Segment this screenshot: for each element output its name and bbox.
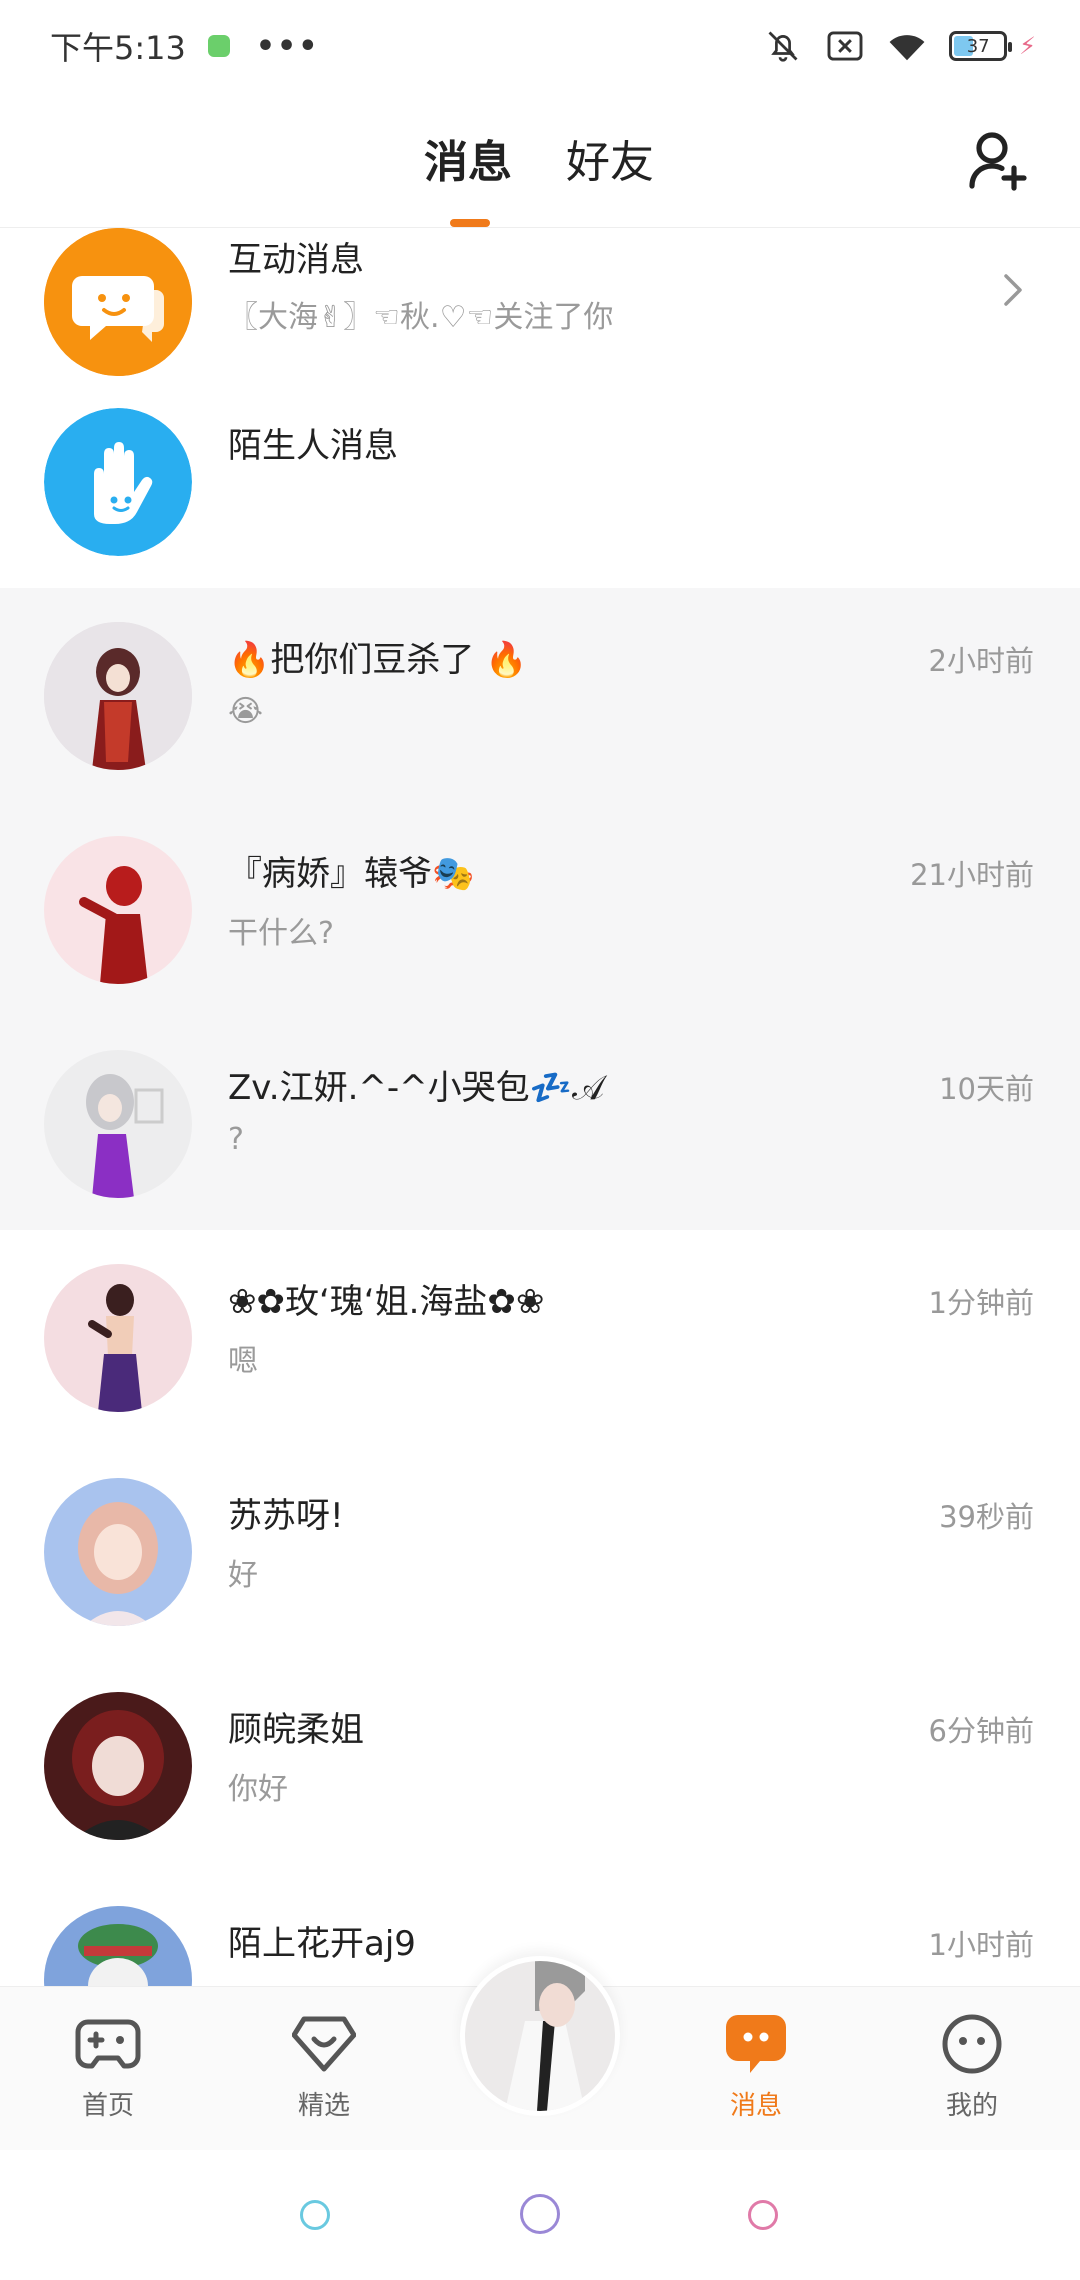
conversation-name: Zv.江妍.^-^小哭包💤𝒜	[228, 1068, 605, 1108]
conversation-row[interactable]: 『病娇』辕爷🎭 干什么? 21小时前	[0, 802, 1080, 1016]
battery-icon: 37	[949, 31, 1013, 61]
app-notification-icon	[207, 35, 230, 57]
avatar	[44, 1692, 192, 1840]
conversation-time: 1分钟前	[928, 1286, 1034, 1320]
avatar	[44, 1478, 192, 1626]
nav-home[interactable]: 首页	[38, 2013, 178, 2122]
nav-messages[interactable]: 消息	[686, 2013, 826, 2122]
conversation-preview: 干什么?	[228, 916, 334, 951]
header: 消息 好友	[0, 92, 1080, 228]
conversation-row[interactable]: ❀✿玫‘瑰‘姐.海盐✿❀ 嗯 1分钟前	[0, 1230, 1080, 1444]
system-home-button[interactable]	[520, 2194, 560, 2234]
conversation-name: ❀✿玫‘瑰‘姐.海盐✿❀	[228, 1282, 545, 1322]
system-recents-button[interactable]	[748, 2200, 778, 2230]
conversation-name: 顾皖柔姐	[228, 1710, 364, 1750]
conversation-time: 1小时前	[928, 1928, 1034, 1962]
conversation-row[interactable]: 🔥把你们豆杀了 🔥 😭 2小时前	[0, 588, 1080, 802]
status-bar: 下午5:13 ••• 37 ⚡	[0, 0, 1080, 92]
conversation-preview: 你好	[228, 1772, 288, 1807]
battery-level: 37	[966, 35, 990, 57]
avatar	[44, 1264, 192, 1412]
nav-messages-label: 消息	[729, 2091, 782, 2121]
conversation-name: 『病娇』辕爷🎭	[228, 854, 475, 894]
conversation-list[interactable]: 互动消息 〖大海✌〗☜秋.♡☜关注了你 陌生人消息 🔥把你们豆杀了 🔥 😭 2小…	[0, 228, 1080, 1986]
gamepad-icon	[73, 2013, 143, 2075]
status-time: 下午5:13	[50, 29, 186, 67]
tab-friends[interactable]: 好友	[566, 126, 654, 190]
chevron-right-icon	[1004, 274, 1022, 306]
conversation-time: 2小时前	[928, 644, 1034, 678]
conversation-row[interactable]: Zv.江妍.^-^小哭包💤𝒜 ? 10天前	[0, 1016, 1080, 1230]
nav-featured[interactable]: 精选	[254, 2013, 394, 2122]
nav-home-label: 首页	[81, 2091, 134, 2121]
conversation-time: 10天前	[939, 1072, 1034, 1106]
conversation-time: 39秒前	[939, 1500, 1034, 1534]
conversation-preview: 嗯	[228, 1344, 258, 1379]
stranger-avatar-icon	[44, 408, 192, 556]
more-notifications-icon: •••	[255, 28, 320, 64]
conversation-name: 苏苏呀!	[228, 1496, 344, 1536]
nav-mine-label: 我的	[945, 2091, 998, 2121]
chat-bubble-icon	[721, 2013, 791, 2075]
conversation-name: 陌上花开aj9	[228, 1924, 416, 1964]
conversation-preview: 〖大海✌〗☜秋.♡☜关注了你	[228, 300, 614, 335]
conversation-name: 互动消息	[228, 240, 364, 280]
conversation-row[interactable]: 顾皖柔姐 你好 6分钟前	[0, 1658, 1080, 1872]
conversation-row[interactable]: 苏苏呀! 好 39秒前	[0, 1444, 1080, 1658]
nav-featured-label: 精选	[297, 2091, 350, 2121]
mute-bell-icon	[763, 26, 803, 66]
wifi-icon	[887, 26, 927, 66]
avatar	[44, 1050, 192, 1198]
conversation-preview: 😭	[228, 694, 264, 729]
stranger-messages-row[interactable]: 陌生人消息	[0, 374, 1080, 588]
conversation-time: 6分钟前	[928, 1714, 1034, 1748]
heart-badge-icon	[289, 2013, 359, 2075]
interaction-avatar-icon	[44, 228, 192, 376]
system-nav-bar	[0, 2150, 1080, 2280]
avatar	[44, 836, 192, 984]
interaction-messages-row[interactable]: 互动消息 〖大海✌〗☜秋.♡☜关注了你	[0, 228, 1080, 376]
charging-icon: ⚡	[1019, 32, 1036, 60]
avatar	[44, 1906, 192, 1986]
smiley-face-icon	[937, 2013, 1007, 2075]
center-profile-avatar[interactable]	[460, 1956, 620, 2116]
tab-messages[interactable]: 消息	[424, 126, 512, 190]
avatar	[465, 1961, 615, 2111]
avatar	[44, 622, 192, 770]
system-back-button[interactable]	[300, 2200, 330, 2230]
conversation-preview: ?	[228, 1122, 244, 1157]
conversation-name: 🔥把你们豆杀了 🔥	[228, 640, 528, 680]
active-tab-indicator	[450, 219, 490, 227]
nav-mine[interactable]: 我的	[902, 2013, 1042, 2122]
add-friend-icon[interactable]	[966, 128, 1030, 192]
conversation-time: 21小时前	[910, 858, 1034, 892]
conversation-name: 陌生人消息	[228, 426, 398, 466]
sim-off-icon	[825, 26, 865, 66]
conversation-preview: 好	[228, 1558, 258, 1593]
